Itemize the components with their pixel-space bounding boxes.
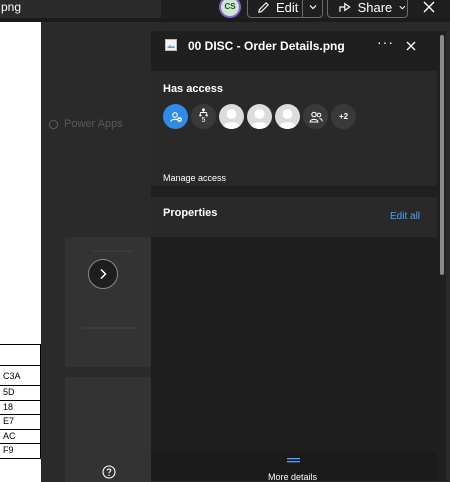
table-cell: 18 <box>0 400 41 415</box>
power-apps-label: Power Apps <box>64 118 123 130</box>
group-member-count: 5 <box>201 117 206 124</box>
details-scrollbar[interactable] <box>439 31 445 481</box>
person-avatar[interactable] <box>219 104 244 129</box>
person-icon <box>250 109 269 129</box>
person-icon <box>278 109 297 129</box>
file-card <box>65 237 151 367</box>
details-pane-body <box>151 237 437 452</box>
power-apps-icon <box>48 119 59 129</box>
chevron-down-icon <box>399 5 406 10</box>
people-group-button[interactable] <box>303 104 328 129</box>
access-avatars: 5 +2 <box>163 104 356 129</box>
table-cell: 5D <box>0 386 41 401</box>
user-avatar[interactable]: CS <box>219 0 241 18</box>
close-icon <box>423 1 435 13</box>
manage-access-link[interactable]: Manage access <box>163 173 226 183</box>
drag-handle-icon[interactable] <box>287 458 300 463</box>
file-name-tab[interactable]: png <box>0 0 161 18</box>
details-pane-footer: More details <box>151 452 437 482</box>
table-cell: E7 <box>0 415 41 430</box>
link-people-icon <box>169 111 182 122</box>
has-access-title: Has access <box>163 83 223 95</box>
power-apps-item: Power Apps <box>48 118 123 130</box>
chevron-down-icon <box>309 5 316 10</box>
person-avatar[interactable] <box>247 104 272 129</box>
edit-options-button[interactable] <box>302 0 323 18</box>
document-table: C3A 5D 18 E7 AC F9 <box>0 344 41 459</box>
more-options-button[interactable]: ··· <box>377 34 394 50</box>
next-file-button[interactable] <box>88 259 118 289</box>
more-people-button[interactable]: +2 <box>331 104 356 129</box>
edit-all-link[interactable]: Edit all <box>390 211 420 222</box>
person-icon <box>222 109 241 129</box>
group-access-button[interactable]: 5 <box>191 104 216 129</box>
details-pane: 00 DISC - Order Details.png ··· Has acce… <box>151 31 446 482</box>
pencil-icon <box>258 1 269 13</box>
share-button-label: Share <box>357 0 393 15</box>
chevron-right-icon <box>100 268 107 280</box>
people-icon <box>308 111 323 123</box>
document-preview: C3A 5D 18 E7 AC F9 <box>0 22 41 482</box>
close-icon[interactable] <box>404 39 418 53</box>
help-button[interactable] <box>101 464 117 480</box>
file-name-title: 00 DISC - Order Details.png <box>188 39 345 53</box>
table-cell: F9 <box>0 444 41 459</box>
details-pane-header: 00 DISC - Order Details.png ··· <box>151 31 446 63</box>
person-avatar[interactable] <box>275 104 300 129</box>
link-access-button[interactable] <box>163 104 188 129</box>
help-icon <box>102 465 116 479</box>
share-button[interactable]: Share <box>327 0 408 18</box>
scrollbar-thumb[interactable] <box>440 35 444 275</box>
divider <box>93 250 133 252</box>
table-cell <box>0 345 41 366</box>
table-cell: C3A <box>0 366 41 386</box>
image-file-icon <box>165 39 177 51</box>
top-bar: png CS Edit Share <box>0 0 450 18</box>
table-cell: AC <box>0 429 41 444</box>
edit-button-label: Edit <box>276 0 299 15</box>
has-access-section: Has access 5 +2 Manage access <box>151 71 437 186</box>
close-viewer-button[interactable] <box>417 0 441 18</box>
share-icon <box>339 2 351 12</box>
organization-icon <box>199 108 208 117</box>
edit-button[interactable]: Edit <box>247 0 303 18</box>
properties-section: Properties Edit all <box>151 197 437 237</box>
properties-title: Properties <box>163 207 218 219</box>
divider <box>81 327 139 329</box>
